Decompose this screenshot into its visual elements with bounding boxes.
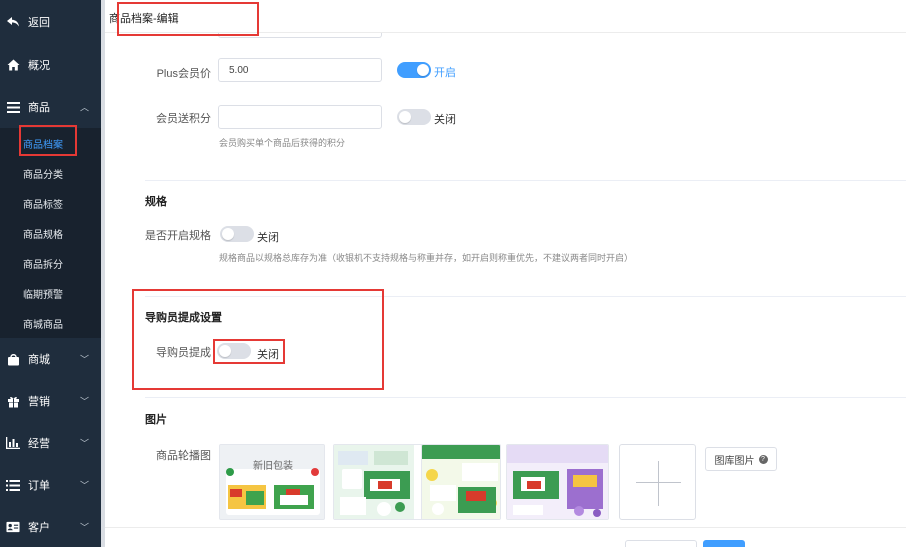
- secondary-action-button[interactable]: [625, 540, 697, 547]
- sidebar-item-goods[interactable]: 商品 ︿: [0, 86, 101, 128]
- plus-price-toggle[interactable]: [397, 62, 431, 78]
- chevron-down-icon: ﹀: [79, 396, 89, 407]
- library-image-button[interactable]: 图库图片 ?: [705, 447, 777, 471]
- chevron-down-icon: ﹀: [79, 522, 89, 533]
- back-label: 返回: [28, 17, 50, 29]
- sidebar-item-mall[interactable]: 商城 ﹀: [0, 338, 101, 380]
- plus-icon-v: [658, 461, 659, 506]
- carousel-label: 商品轮播图: [156, 450, 211, 462]
- main-content: 商品档案-编辑 Plus会员价 5.00 开启 会员送积分 关闭 会员购买单个商…: [105, 0, 906, 547]
- spec-section-title: 规格: [145, 196, 167, 208]
- points-hint: 会员购买单个商品后获得的积分: [219, 138, 346, 148]
- sidebar-item-marketing[interactable]: 营销 ﹀: [0, 380, 101, 422]
- carousel-image-1-caption: 新旧包装: [253, 461, 293, 472]
- plus-price-input[interactable]: 5.00: [218, 58, 382, 82]
- goods-submenu: 商品档案 商品分类 商品标签 商品规格 商品拆分 临期预警 商城商品: [0, 128, 101, 338]
- carousel-image-3[interactable]: [421, 444, 501, 520]
- highlight-box-guide-toggle: [213, 339, 285, 364]
- chevron-down-icon: ﹀: [79, 354, 89, 365]
- spec-hint: 规格商品以规格总库存为准（收银机不支持规格与称重并存，如开启则称重优先，不建议两…: [219, 253, 634, 263]
- menu-list-icon: [6, 100, 20, 114]
- bottom-action-bar: [105, 527, 906, 547]
- chevron-up-icon: ︿: [79, 102, 89, 113]
- sidebar-item-label: 商品: [28, 102, 50, 114]
- highlight-box-title: [117, 2, 259, 36]
- points-toggle-label: 关闭: [434, 114, 456, 126]
- sidebar: 返回 概况 商品 ︿ 商品档案 商品分类 商品标签 商品规格 商品拆分 临期预警…: [0, 0, 101, 547]
- spec-label: 是否开启规格: [145, 230, 211, 242]
- list-icon: [6, 478, 20, 492]
- points-input[interactable]: [218, 105, 382, 129]
- chevron-down-icon: ﹀: [79, 438, 89, 449]
- spec-toggle-label: 关闭: [257, 232, 279, 244]
- add-image-button[interactable]: [619, 444, 696, 520]
- sidebar-item-orders[interactable]: 订单 ﹀: [0, 464, 101, 506]
- carousel-image-1[interactable]: 新旧包装: [219, 444, 325, 520]
- back-arrow-icon: [6, 15, 20, 29]
- sidebar-subitem-expiry-warning[interactable]: 临期预警: [0, 278, 101, 308]
- spec-toggle[interactable]: [220, 226, 254, 242]
- home-icon: [6, 58, 20, 72]
- sidebar-item-label: 经营: [28, 438, 50, 450]
- sidebar-item-customers[interactable]: 客户 ﹀: [0, 506, 101, 547]
- sidebar-item-operation[interactable]: 经营 ﹀: [0, 422, 101, 464]
- bar-chart-icon: [6, 436, 20, 450]
- sidebar-subitem-goods-specs[interactable]: 商品规格: [0, 218, 101, 248]
- points-toggle[interactable]: [397, 109, 431, 125]
- library-image-button-label: 图库图片: [714, 455, 755, 467]
- carousel-image-4[interactable]: [506, 444, 609, 520]
- points-label: 会员送积分: [156, 113, 211, 125]
- sidebar-item-overview[interactable]: 概况: [0, 44, 101, 86]
- sidebar-item-label: 商城: [28, 354, 50, 366]
- sidebar-subitem-goods-split[interactable]: 商品拆分: [0, 248, 101, 278]
- sidebar-item-label: 营销: [28, 396, 50, 408]
- id-card-icon: [6, 520, 20, 534]
- section-divider: [145, 397, 906, 398]
- sidebar-item-label: 订单: [28, 480, 50, 492]
- chevron-down-icon: ﹀: [79, 480, 89, 491]
- back-button[interactable]: 返回: [0, 0, 101, 44]
- plus-price-label: Plus会员价: [156, 68, 211, 80]
- sidebar-subitem-mall-goods[interactable]: 商城商品: [0, 308, 101, 338]
- highlight-box-active-menu: [19, 125, 77, 156]
- plus-price-toggle-label: 开启: [434, 67, 456, 79]
- image-section-title: 图片: [145, 414, 167, 426]
- gift-icon: [6, 394, 20, 408]
- sidebar-subitem-goods-category[interactable]: 商品分类: [0, 158, 101, 188]
- primary-action-button[interactable]: [703, 540, 745, 547]
- shopping-bag-icon: [6, 352, 20, 366]
- sidebar-item-label: 概况: [28, 60, 50, 72]
- section-divider: [145, 180, 906, 181]
- help-icon: ?: [758, 454, 768, 464]
- sidebar-subitem-goods-tags[interactable]: 商品标签: [0, 188, 101, 218]
- sidebar-item-label: 客户: [28, 522, 50, 534]
